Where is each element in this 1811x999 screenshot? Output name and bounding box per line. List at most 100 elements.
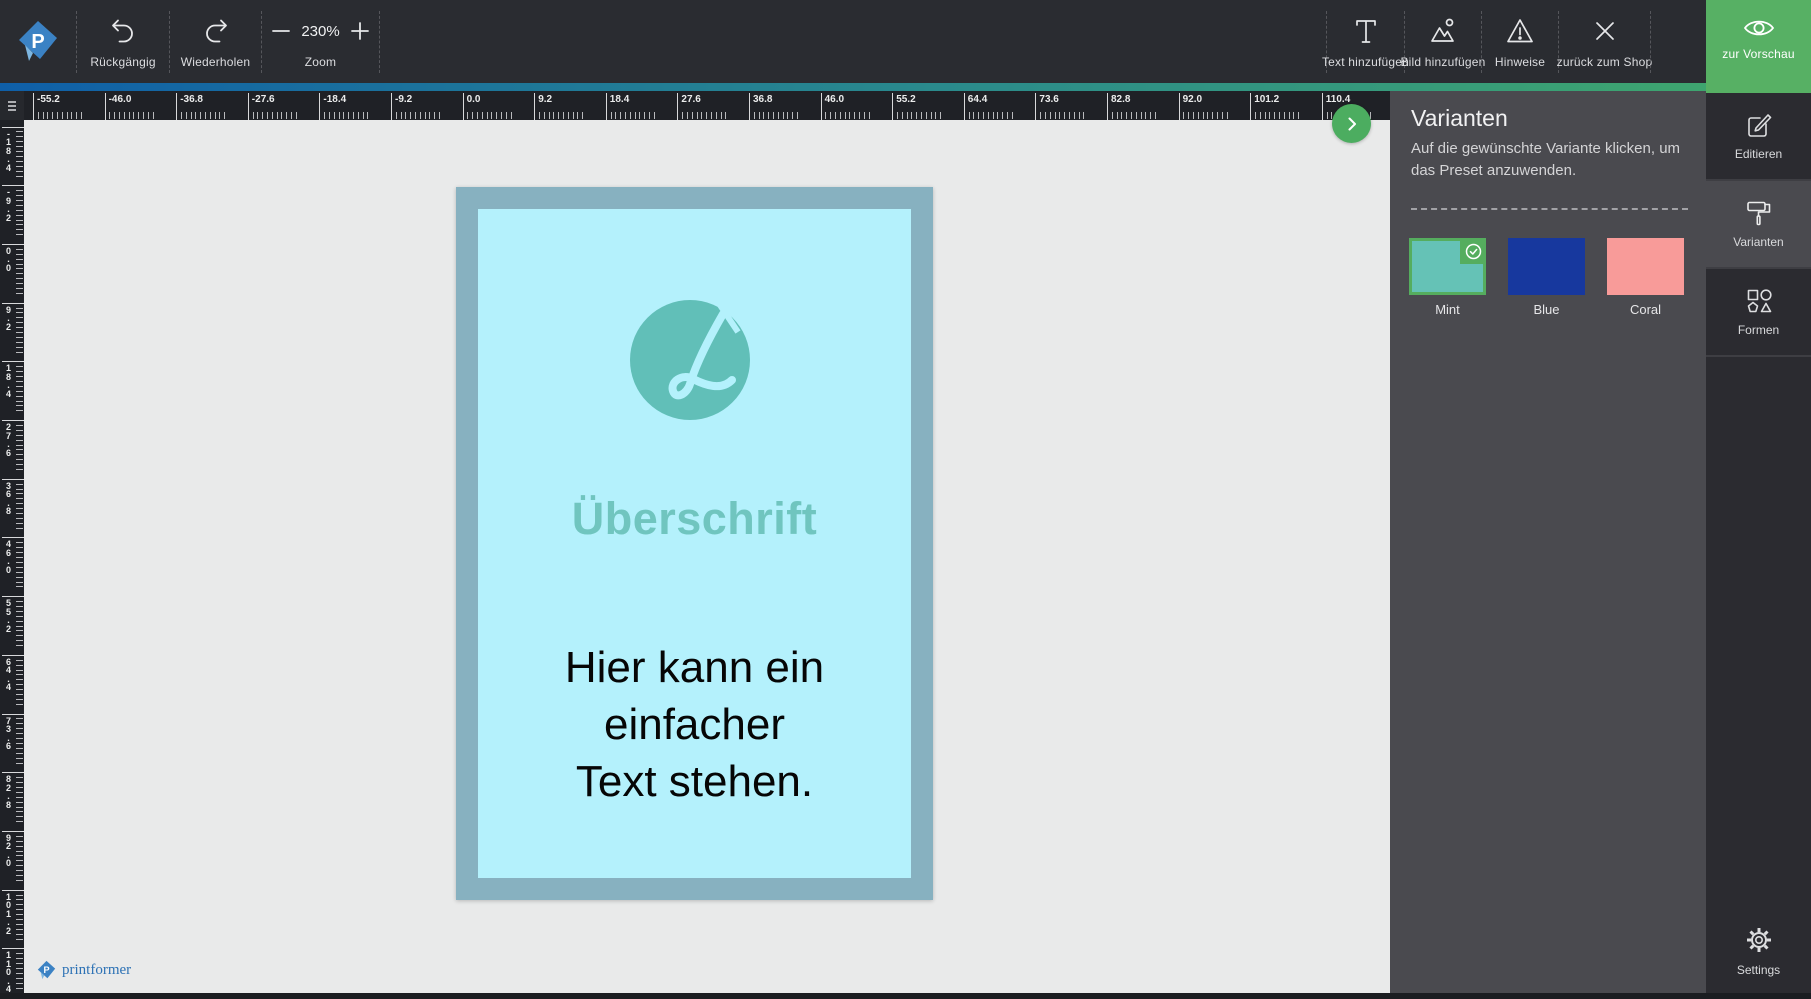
variant-blue[interactable]: Blue: [1508, 238, 1585, 317]
close-x-icon: [1592, 13, 1618, 49]
ruler-label: 64.4: [6, 656, 12, 693]
ruler-label: 82.8: [1111, 94, 1131, 105]
redo-label: Wiederholen: [180, 55, 251, 69]
printformer-logo[interactable]: P: [0, 0, 76, 83]
hints-label: Hinweise: [1494, 55, 1546, 69]
printformer-watermark: P printformer: [36, 960, 131, 981]
ruler-label: 0.0: [6, 245, 12, 273]
variant-label: Blue: [1533, 302, 1560, 317]
panel-title: Varianten: [1411, 105, 1508, 131]
ruler-label: -27.6: [251, 94, 275, 105]
variant-blue-swatch[interactable]: [1508, 238, 1585, 295]
chevron-right-icon: [1348, 117, 1356, 130]
ruler-label: 9.2: [538, 94, 553, 105]
back-to-shop-label: zurück zum Shop: [1556, 55, 1653, 69]
tab-label: Formen: [1737, 323, 1780, 337]
warning-triangle-icon: [1505, 13, 1535, 49]
ruler-label: 27.6: [6, 422, 12, 458]
ruler-label: 110.4: [6, 950, 12, 993]
ruler-label: 55.2: [896, 94, 916, 105]
zoom-value: 230%: [301, 22, 340, 40]
zoom-in-button[interactable]: [349, 20, 371, 42]
ruler-label: 82.8: [6, 774, 12, 810]
ruler-label: 46.0: [824, 94, 845, 105]
tab-varianten[interactable]: Varianten: [1706, 181, 1811, 269]
variant-coral[interactable]: Coral: [1607, 238, 1684, 317]
poster-body-line: Hier kann ein: [564, 643, 825, 692]
ruler-label: 55.2: [6, 598, 12, 634]
minus-icon: [272, 30, 291, 32]
ruler-label: -9.2: [6, 187, 12, 223]
variant-coral-swatch[interactable]: [1607, 238, 1684, 295]
ruler-options-button[interactable]: [0, 91, 24, 120]
ruler-label: 27.6: [681, 94, 701, 105]
shapes-icon: [1747, 289, 1772, 313]
tab-label: Varianten: [1733, 235, 1784, 249]
back-to-shop-button[interactable]: zurück zum Shop: [1556, 0, 1653, 83]
variant-swatches: Mint Blue Coral: [1409, 238, 1706, 317]
brand-wordmark: printformer: [62, 962, 132, 978]
horizontal-ruler: -55.2 -46.0 -36.8 -27.6 -18.4 -9.2 0.0 9.2 18.4 2…: [24, 91, 1390, 120]
ruler-label: -36.8: [180, 94, 203, 105]
tab-label: Editieren: [1734, 147, 1783, 161]
ruler-label: 46.0: [6, 539, 12, 575]
panel-description: Auf die gewünschte Variante klicken, um …: [1411, 140, 1681, 179]
ruler-label: 101.2: [6, 891, 12, 936]
add-image-button[interactable]: Bild hinzufügen: [1400, 0, 1485, 83]
svg-text:P: P: [31, 31, 44, 53]
tab-formen[interactable]: Formen: [1706, 269, 1811, 357]
variant-label: Mint: [1435, 302, 1460, 317]
ruler-label: 73.6: [6, 715, 12, 751]
tab-editieren[interactable]: Editieren: [1706, 93, 1811, 181]
ruler-label: 18.4: [609, 94, 630, 105]
add-text-button[interactable]: Text hinzufügen: [1322, 0, 1409, 83]
zoom-out-button[interactable]: [270, 20, 292, 42]
variant-mint-swatch[interactable]: [1409, 238, 1486, 295]
selected-check-icon: [1460, 238, 1486, 264]
poster-body-line: Text stehen.: [575, 757, 814, 806]
ruler-label: 92.0: [6, 832, 12, 869]
zoom-control: 230% Zoom: [262, 0, 379, 83]
poster-body-text[interactable]: Hier kann ein einfacher Text stehen.: [478, 639, 911, 810]
image-icon: [1428, 13, 1458, 49]
variant-mint[interactable]: Mint: [1409, 238, 1486, 317]
ruler-label: 92.0: [1182, 94, 1203, 105]
ruler-label: 0.0: [466, 94, 481, 105]
svg-text:P: P: [43, 965, 49, 975]
poster[interactable]: Überschrift Hier kann ein einfacher Text…: [456, 187, 933, 900]
poster-body-line: einfacher: [603, 700, 785, 749]
add-text-label: Text hinzufügen: [1321, 55, 1410, 69]
settings-button[interactable]: Settings: [1706, 903, 1811, 999]
ruler-label: -18.4: [323, 94, 347, 105]
bottom-edge: [0, 993, 1811, 999]
paint-roller-icon: [1746, 201, 1770, 226]
ruler-label: 18.4: [6, 363, 12, 399]
ruler-label: -46.0: [108, 94, 132, 105]
ruler-label: -18.4: [6, 128, 12, 173]
edit-icon: [1747, 114, 1771, 137]
zoom-label: Zoom: [304, 55, 337, 69]
ruler-label: 101.2: [1254, 94, 1280, 105]
ruler-label: 64.4: [967, 94, 988, 105]
ruler-label: 110.4: [1325, 94, 1351, 105]
poster-logo-monogram[interactable]: [630, 300, 750, 420]
undo-button[interactable]: Rückgängig: [77, 0, 169, 83]
hints-button[interactable]: Hinweise: [1482, 0, 1558, 83]
panel-collapse-button[interactable]: [1332, 104, 1371, 143]
poster-heading[interactable]: Überschrift: [478, 493, 911, 545]
redo-icon: [201, 13, 231, 49]
preview-button[interactable]: zur Vorschau: [1706, 0, 1811, 93]
top-toolbar: P Rückgängig Wiederholen 230% Zoom Text …: [0, 0, 1811, 83]
redo-button[interactable]: Wiederholen: [170, 0, 261, 83]
menu-lines-icon: [8, 100, 16, 111]
settings-label: Settings: [1736, 963, 1781, 977]
ruler-label: 36.8: [6, 480, 12, 517]
gear-icon: [1746, 928, 1771, 952]
preview-label: zur Vorschau: [1722, 47, 1795, 61]
right-sidebar: Editieren Varianten Formen Settings: [1706, 93, 1811, 999]
printformer-logo-icon: P: [19, 20, 57, 61]
undo-label: Rückgängig: [90, 55, 156, 69]
dashed-divider: [1411, 208, 1688, 210]
